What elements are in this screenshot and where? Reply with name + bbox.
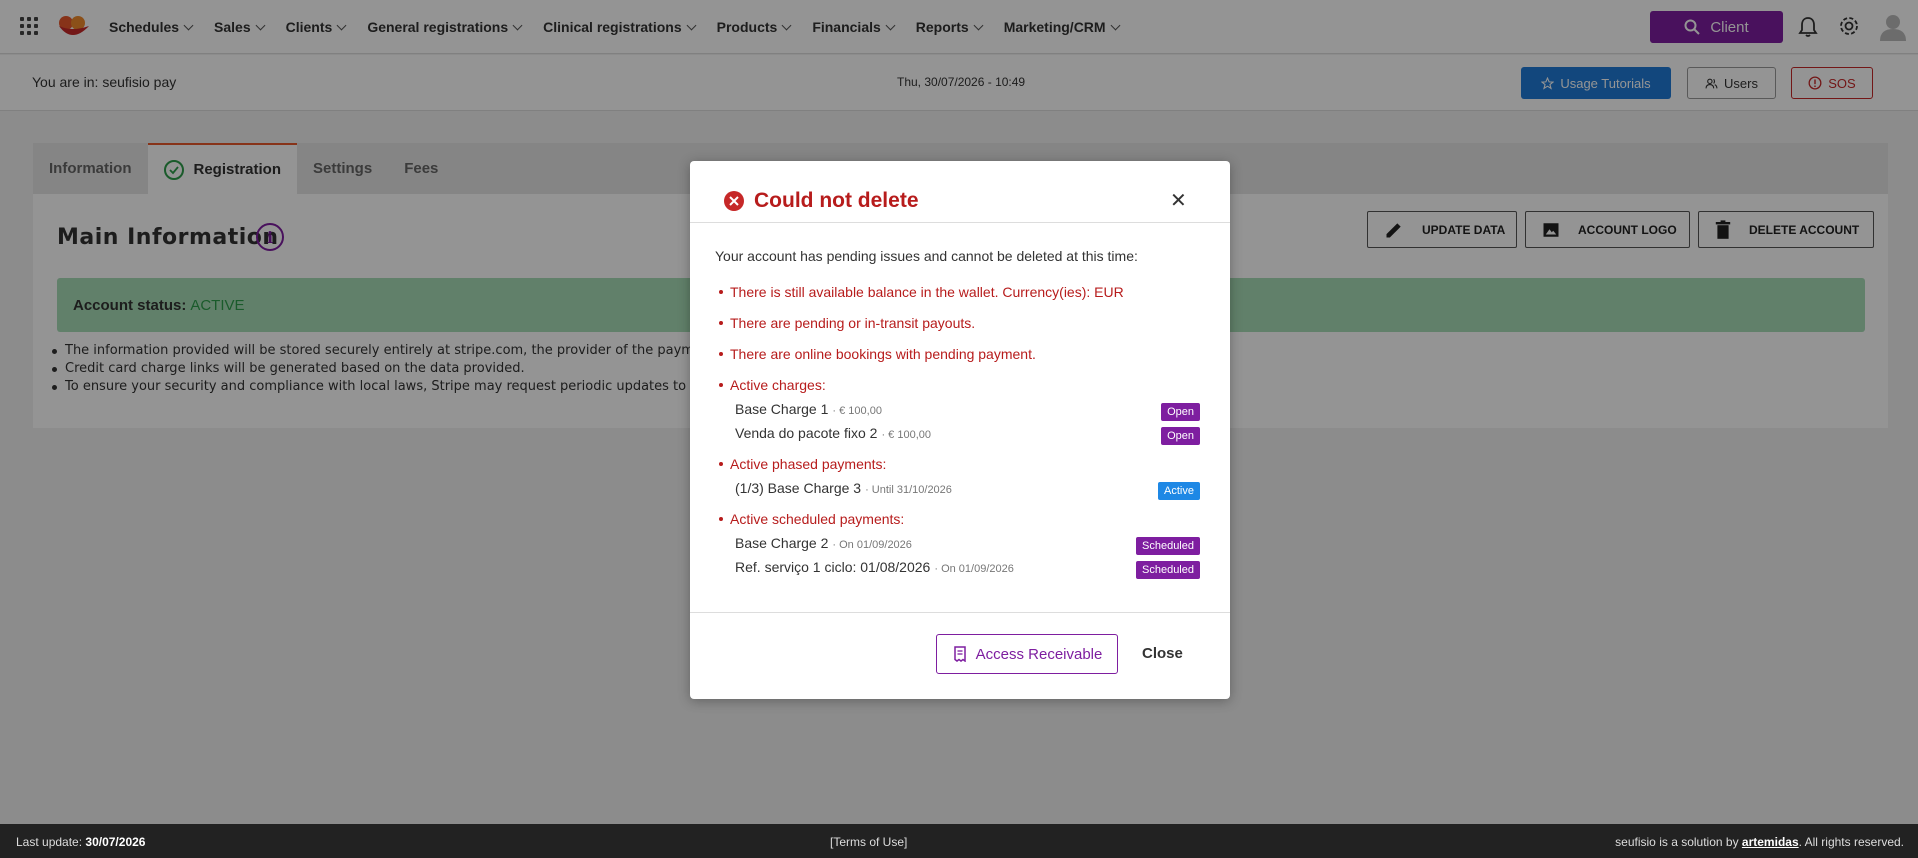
receipt-icon — [953, 646, 966, 662]
issue-balance: There is still available balance in the … — [719, 284, 1200, 315]
scheduled-payment-row: Base Charge 2 · On 01/09/2026 Scheduled — [730, 535, 1200, 559]
last-update-label: Last update: — [16, 835, 83, 849]
brand-link[interactable]: artemidas — [1742, 835, 1799, 849]
footer-credits: seufisio is a solution by artemidas. All… — [1615, 835, 1904, 849]
phased-payment-row: (1/3) Base Charge 3 · Until 31/10/2026 Ac… — [730, 480, 1200, 511]
last-update-value: 30/07/2026 — [85, 835, 146, 849]
charge-name: Venda do pacote fixo 2 — [735, 425, 878, 441]
access-receivable-label: Access Receivable — [975, 645, 1103, 663]
status-badge: Active — [1158, 482, 1200, 500]
status-badge: Open — [1161, 427, 1200, 445]
charge-amount: · € 100,00 — [881, 429, 931, 441]
issue-active-charges: Active charges: — [719, 377, 1200, 401]
issue-bookings: There are online bookings with pending p… — [719, 346, 1200, 377]
dialog-title: Could not delete — [754, 189, 919, 212]
issue-payouts: There are pending or in-transit payouts. — [719, 315, 1200, 346]
dialog-intro: Your account has pending issues and cann… — [715, 248, 1138, 264]
footer-rights: . All rights reserved. — [1798, 835, 1904, 849]
status-badge: Scheduled — [1136, 537, 1200, 555]
charge-name: Base Charge 1 — [735, 401, 829, 417]
dialog-header: Could not delete ✕ — [690, 161, 1230, 223]
phased-payment-name: (1/3) Base Charge 3 — [735, 480, 862, 496]
charge-row: Base Charge 1 · € 100,00 Open — [730, 401, 1200, 425]
terms-of-use-link[interactable]: [Terms of Use] — [830, 835, 907, 849]
charge-row: Venda do pacote fixo 2 · € 100,00 Open — [730, 425, 1200, 456]
close-button[interactable]: Close — [1142, 645, 1183, 662]
scheduled-payment-name: Ref. serviço 1 ciclo: 01/08/2026 — [735, 559, 931, 575]
status-badge: Open — [1161, 403, 1200, 421]
dialog-footer: Access Receivable Close — [690, 612, 1230, 699]
access-receivable-button[interactable]: Access Receivable — [936, 634, 1118, 674]
issues-list: There is still available balance in the … — [719, 284, 1200, 583]
scheduled-payment-name: Base Charge 2 — [735, 535, 829, 551]
page-footer: Last update: 30/07/2026 [Terms of Use] s… — [0, 824, 1918, 858]
scheduled-payment-row: Ref. serviço 1 ciclo: 01/08/2026 · On 01/… — [730, 559, 1200, 583]
footer-credits-prefix: seufisio is a solution by — [1615, 835, 1739, 849]
charge-amount: · € 100,00 — [832, 405, 882, 417]
error-circle-icon — [724, 191, 744, 211]
close-icon[interactable]: ✕ — [1170, 188, 1187, 213]
issue-scheduled-payments: Active scheduled payments: — [719, 511, 1200, 535]
scheduled-payment-date: · On 01/09/2026 — [832, 539, 912, 551]
last-update: Last update: 30/07/2026 — [16, 835, 145, 849]
issue-phased-payments: Active phased payments: — [719, 456, 1200, 480]
could-not-delete-dialog: Could not delete ✕ Your account has pend… — [690, 161, 1230, 699]
scheduled-payment-date: · On 01/09/2026 — [934, 563, 1014, 575]
phased-payment-date: · Until 31/10/2026 — [865, 484, 952, 496]
status-badge: Scheduled — [1136, 561, 1200, 579]
